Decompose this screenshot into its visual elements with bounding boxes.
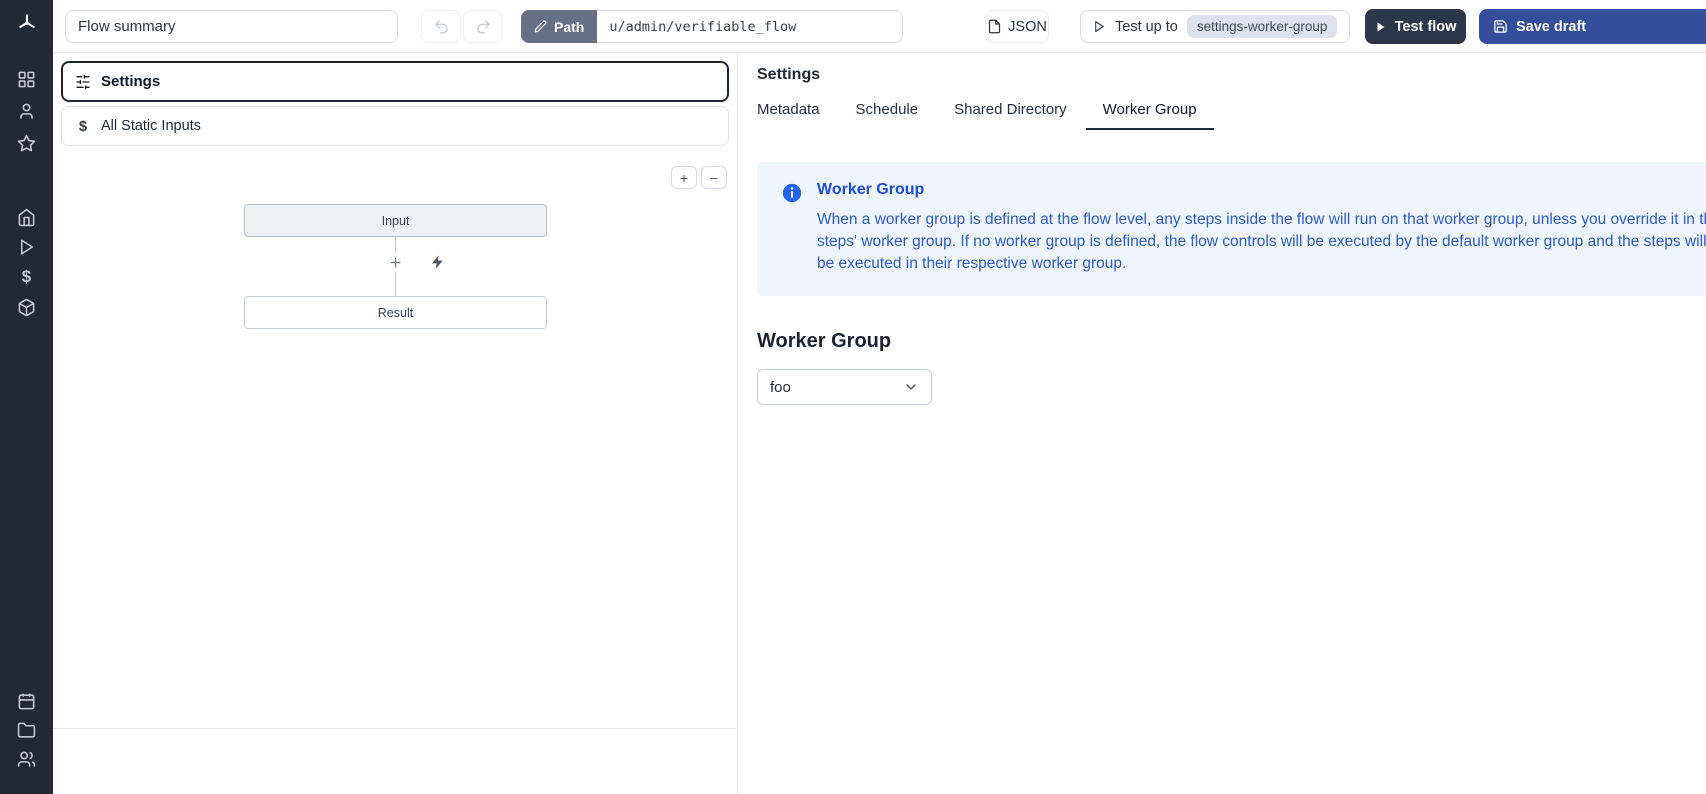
json-label: JSON: [1008, 19, 1047, 35]
save-icon: [1493, 19, 1508, 34]
zoom-in-button[interactable]: +: [671, 166, 697, 189]
bolt-icon[interactable]: [430, 254, 447, 271]
chevron-down-icon: [903, 379, 919, 395]
tab-metadata[interactable]: Metadata: [740, 95, 837, 130]
user-icon[interactable]: [17, 101, 37, 121]
play-outline-icon: [1093, 20, 1106, 33]
sliders-icon: [75, 74, 91, 90]
undo-button[interactable]: [421, 10, 461, 43]
worker-group-section-title: Worker Group: [757, 330, 1706, 353]
undo-icon: [433, 18, 450, 35]
tab-schedule[interactable]: Schedule: [839, 95, 936, 130]
zoom-controls: + −: [671, 166, 727, 189]
save-draft-label: Save draft: [1516, 19, 1586, 35]
alert-title: Worker Group: [817, 181, 1706, 199]
folder-icon[interactable]: [17, 720, 37, 740]
dollar-icon[interactable]: $: [17, 267, 37, 287]
users-icon[interactable]: [17, 749, 37, 769]
settings-pane-title: Settings: [757, 66, 1706, 84]
star-icon[interactable]: [17, 133, 37, 153]
test-up-to-target-badge: settings-worker-group: [1187, 15, 1338, 38]
play-icon[interactable]: [17, 237, 37, 257]
zoom-out-button[interactable]: −: [701, 166, 727, 189]
info-icon: [781, 182, 803, 275]
result-node[interactable]: Result: [244, 296, 547, 329]
play-filled-icon: [1375, 21, 1387, 33]
all-static-inputs-button[interactable]: $ All Static Inputs: [61, 106, 729, 146]
settings-pane: Settings Metadata Schedule Shared Direct…: [739, 53, 1706, 794]
dollar-icon: $: [75, 118, 91, 135]
flow-graph-canvas[interactable]: + − Input Result: [53, 150, 737, 729]
tab-shared-directory[interactable]: Shared Directory: [937, 95, 1084, 130]
all-static-inputs-label: All Static Inputs: [101, 118, 201, 134]
edit-path-button[interactable]: Path: [521, 10, 597, 43]
alert-body: When a worker group is defined at the fl…: [817, 209, 1706, 275]
path-group: Path: [521, 10, 903, 43]
alert-content: Worker Group When a worker group is defi…: [817, 181, 1706, 275]
cube-icon[interactable]: [17, 297, 37, 317]
save-draft-button[interactable]: Save draft: [1479, 9, 1706, 44]
app-sidebar: $: [0, 0, 53, 794]
input-node[interactable]: Input: [244, 204, 547, 237]
add-step-icon[interactable]: [386, 253, 405, 272]
windmill-logo[interactable]: [17, 13, 37, 33]
tab-worker-group[interactable]: Worker Group: [1086, 95, 1214, 130]
calendar-icon[interactable]: [17, 691, 37, 711]
flow-settings-label: Settings: [101, 73, 160, 90]
grid-icon[interactable]: [17, 69, 37, 89]
flow-editor-panel: Settings $ All Static Inputs + − Input R…: [53, 53, 738, 794]
topbar: Path JSON Test up to settings-worker-gro…: [53, 0, 1706, 53]
settings-tabs: Metadata Schedule Shared Directory Worke…: [740, 95, 1706, 130]
worker-group-selected-value: foo: [770, 379, 791, 396]
test-up-to-button[interactable]: Test up to settings-worker-group: [1080, 10, 1350, 43]
flow-summary-input[interactable]: [65, 10, 398, 43]
path-label: Path: [554, 19, 584, 35]
test-flow-button[interactable]: Test flow: [1365, 9, 1466, 44]
redo-button[interactable]: [463, 10, 503, 43]
redo-icon: [475, 18, 492, 35]
path-input[interactable]: [597, 10, 903, 43]
home-icon[interactable]: [17, 207, 37, 227]
test-up-to-label: Test up to: [1115, 19, 1178, 35]
worker-group-select[interactable]: foo: [757, 369, 932, 405]
json-button[interactable]: JSON: [985, 10, 1049, 43]
flow-settings-button[interactable]: Settings: [61, 61, 729, 102]
file-icon: [987, 19, 1002, 34]
worker-group-info-alert: Worker Group When a worker group is defi…: [757, 162, 1706, 296]
pencil-icon: [534, 20, 547, 33]
test-flow-label: Test flow: [1395, 19, 1457, 35]
